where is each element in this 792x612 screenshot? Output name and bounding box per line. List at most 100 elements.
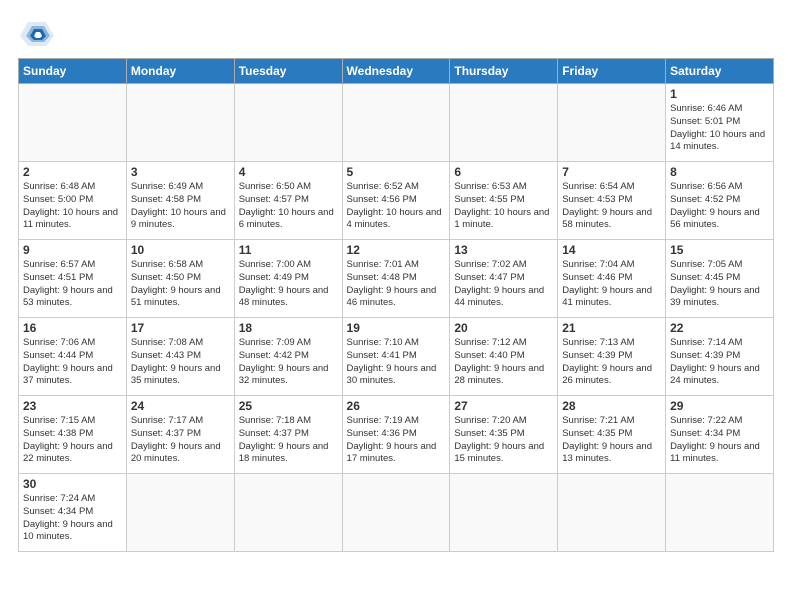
day-info: Sunrise: 7:06 AM Sunset: 4:44 PM Dayligh… (23, 337, 122, 388)
calendar-cell (558, 474, 666, 552)
calendar-cell (450, 474, 558, 552)
day-number: 17 (131, 321, 230, 335)
calendar-cell: 22Sunrise: 7:14 AM Sunset: 4:39 PM Dayli… (666, 318, 774, 396)
day-number: 4 (239, 165, 338, 179)
calendar-cell: 24 Sunrise: 7:17 AM Sunset: 4:37 PM Dayli… (126, 396, 234, 474)
calendar-cell: 28 Sunrise: 7:21 AM Sunset: 4:35 PM Dayli… (558, 396, 666, 474)
calendar-cell: 27 Sunrise: 7:20 AM Sunset: 4:35 PM Dayli… (450, 396, 558, 474)
calendar-cell: 2 Sunrise: 6:48 AM Sunset: 5:00 PM Daylig… (19, 162, 127, 240)
calendar-cell: 14Sunrise: 7:04 AM Sunset: 4:46 PM Dayli… (558, 240, 666, 318)
day-info: Sunrise: 6:54 AM Sunset: 4:53 PM Dayligh… (562, 181, 661, 232)
day-info: Sunrise: 6:48 AM Sunset: 5:00 PM Dayligh… (23, 181, 122, 232)
day-info: Sunrise: 7:17 AM Sunset: 4:37 PM Dayligh… (131, 415, 230, 466)
weekday-header-row: SundayMondayTuesdayWednesdayThursdayFrid… (19, 59, 774, 84)
calendar-cell: 21Sunrise: 7:13 AM Sunset: 4:39 PM Dayli… (558, 318, 666, 396)
calendar-cell: 16 Sunrise: 7:06 AM Sunset: 4:44 PM Dayli… (19, 318, 127, 396)
calendar-cell (342, 84, 450, 162)
calendar-cell (126, 474, 234, 552)
calendar-cell: 30Sunrise: 7:24 AM Sunset: 4:34 PM Dayli… (19, 474, 127, 552)
calendar-cell: 29Sunrise: 7:22 AM Sunset: 4:34 PM Dayli… (666, 396, 774, 474)
calendar-cell: 12 Sunrise: 7:01 AM Sunset: 4:48 PM Dayli… (342, 240, 450, 318)
calendar-cell (234, 84, 342, 162)
calendar-cell: 8 Sunrise: 6:56 AM Sunset: 4:52 PM Daylig… (666, 162, 774, 240)
day-number: 9 (23, 243, 122, 257)
day-info: Sunrise: 7:12 AM Sunset: 4:40 PM Dayligh… (454, 337, 553, 388)
calendar-cell: 18 Sunrise: 7:09 AM Sunset: 4:42 PM Dayli… (234, 318, 342, 396)
calendar-cell: 17 Sunrise: 7:08 AM Sunset: 4:43 PM Dayli… (126, 318, 234, 396)
day-number: 20 (454, 321, 553, 335)
calendar-cell: 1 Sunrise: 6:46 AM Sunset: 5:01 PM Daylig… (666, 84, 774, 162)
day-number: 24 (131, 399, 230, 413)
day-info: Sunrise: 7:10 AM Sunset: 4:41 PM Dayligh… (347, 337, 446, 388)
day-number: 25 (239, 399, 338, 413)
day-info: Sunrise: 7:05 AM Sunset: 4:45 PM Dayligh… (670, 259, 769, 310)
weekday-header: Thursday (450, 59, 558, 84)
day-info: Sunrise: 7:18 AM Sunset: 4:37 PM Dayligh… (239, 415, 338, 466)
weekday-header: Monday (126, 59, 234, 84)
calendar-cell: 4 Sunrise: 6:50 AM Sunset: 4:57 PM Daylig… (234, 162, 342, 240)
calendar-cell: 13 Sunrise: 7:02 AM Sunset: 4:47 PM Dayli… (450, 240, 558, 318)
calendar-cell: 25 Sunrise: 7:18 AM Sunset: 4:37 PM Dayli… (234, 396, 342, 474)
day-number: 10 (131, 243, 230, 257)
day-number: 13 (454, 243, 553, 257)
day-info: Sunrise: 7:08 AM Sunset: 4:43 PM Dayligh… (131, 337, 230, 388)
calendar-cell: 11 Sunrise: 7:00 AM Sunset: 4:49 PM Dayli… (234, 240, 342, 318)
day-number: 30 (23, 477, 122, 491)
day-number: 7 (562, 165, 661, 179)
day-number: 3 (131, 165, 230, 179)
calendar-cell (234, 474, 342, 552)
weekday-header: Tuesday (234, 59, 342, 84)
day-number: 28 (562, 399, 661, 413)
day-info: Sunrise: 6:52 AM Sunset: 4:56 PM Dayligh… (347, 181, 446, 232)
day-info: Sunrise: 6:53 AM Sunset: 4:55 PM Dayligh… (454, 181, 553, 232)
day-info: Sunrise: 7:00 AM Sunset: 4:49 PM Dayligh… (239, 259, 338, 310)
day-number: 21 (562, 321, 661, 335)
weekday-header: Friday (558, 59, 666, 84)
calendar-week-row: 1 Sunrise: 6:46 AM Sunset: 5:01 PM Daylig… (19, 84, 774, 162)
calendar-cell: 9Sunrise: 6:57 AM Sunset: 4:51 PM Daylig… (19, 240, 127, 318)
calendar-week-row: 9Sunrise: 6:57 AM Sunset: 4:51 PM Daylig… (19, 240, 774, 318)
day-info: Sunrise: 7:21 AM Sunset: 4:35 PM Dayligh… (562, 415, 661, 466)
calendar-cell: 7 Sunrise: 6:54 AM Sunset: 4:53 PM Daylig… (558, 162, 666, 240)
day-number: 12 (347, 243, 446, 257)
weekday-header: Sunday (19, 59, 127, 84)
calendar-cell (342, 474, 450, 552)
day-info: Sunrise: 6:56 AM Sunset: 4:52 PM Dayligh… (670, 181, 769, 232)
calendar-cell: 5Sunrise: 6:52 AM Sunset: 4:56 PM Daylig… (342, 162, 450, 240)
day-info: Sunrise: 6:50 AM Sunset: 4:57 PM Dayligh… (239, 181, 338, 232)
calendar-header: SundayMondayTuesdayWednesdayThursdayFrid… (19, 59, 774, 84)
calendar-cell (558, 84, 666, 162)
day-info: Sunrise: 7:14 AM Sunset: 4:39 PM Dayligh… (670, 337, 769, 388)
day-number: 16 (23, 321, 122, 335)
calendar-body: 1 Sunrise: 6:46 AM Sunset: 5:01 PM Daylig… (19, 84, 774, 552)
day-number: 2 (23, 165, 122, 179)
calendar-cell: 20 Sunrise: 7:12 AM Sunset: 4:40 PM Dayli… (450, 318, 558, 396)
calendar-week-row: 2 Sunrise: 6:48 AM Sunset: 5:00 PM Daylig… (19, 162, 774, 240)
calendar-cell (19, 84, 127, 162)
day-info: Sunrise: 7:01 AM Sunset: 4:48 PM Dayligh… (347, 259, 446, 310)
calendar-cell: 10Sunrise: 6:58 AM Sunset: 4:50 PM Dayli… (126, 240, 234, 318)
day-number: 14 (562, 243, 661, 257)
day-number: 8 (670, 165, 769, 179)
logo (18, 18, 58, 48)
calendar-cell (126, 84, 234, 162)
day-info: Sunrise: 7:02 AM Sunset: 4:47 PM Dayligh… (454, 259, 553, 310)
day-number: 11 (239, 243, 338, 257)
day-number: 1 (670, 87, 769, 101)
header (18, 18, 774, 48)
day-info: Sunrise: 7:09 AM Sunset: 4:42 PM Dayligh… (239, 337, 338, 388)
day-info: Sunrise: 6:46 AM Sunset: 5:01 PM Dayligh… (670, 103, 769, 154)
logo-icon (18, 18, 54, 48)
day-number: 18 (239, 321, 338, 335)
day-number: 15 (670, 243, 769, 257)
calendar-cell: 26 Sunrise: 7:19 AM Sunset: 4:36 PM Dayli… (342, 396, 450, 474)
calendar-week-row: 30Sunrise: 7:24 AM Sunset: 4:34 PM Dayli… (19, 474, 774, 552)
day-info: Sunrise: 7:20 AM Sunset: 4:35 PM Dayligh… (454, 415, 553, 466)
calendar-week-row: 16 Sunrise: 7:06 AM Sunset: 4:44 PM Dayli… (19, 318, 774, 396)
calendar-cell (450, 84, 558, 162)
day-number: 27 (454, 399, 553, 413)
day-number: 26 (347, 399, 446, 413)
day-info: Sunrise: 7:19 AM Sunset: 4:36 PM Dayligh… (347, 415, 446, 466)
calendar-table: SundayMondayTuesdayWednesdayThursdayFrid… (18, 58, 774, 552)
calendar-cell: 3Sunrise: 6:49 AM Sunset: 4:58 PM Daylig… (126, 162, 234, 240)
